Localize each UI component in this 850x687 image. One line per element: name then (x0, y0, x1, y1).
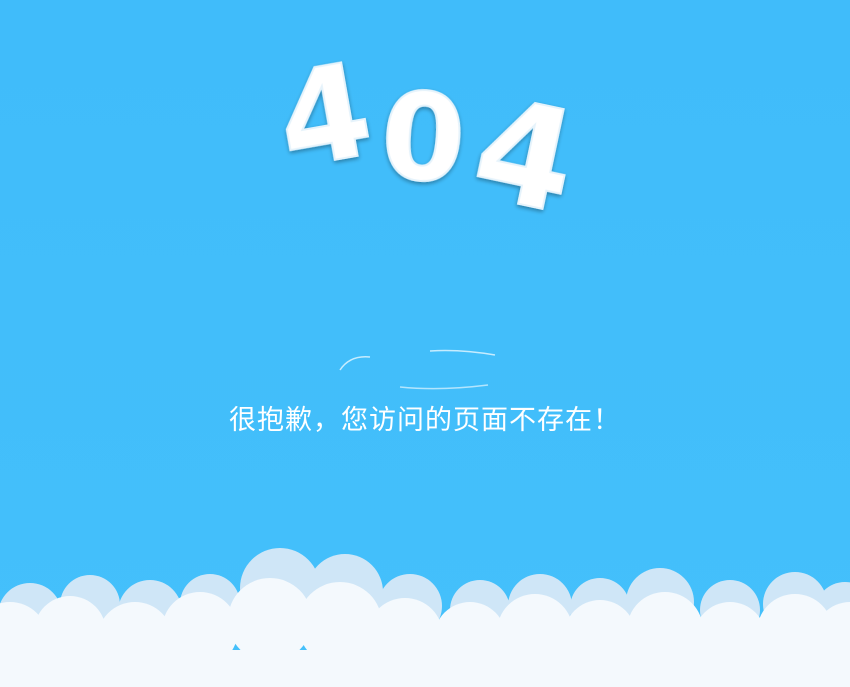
clouds-decoration (0, 540, 850, 687)
error-code-digit-2: 0 (377, 67, 470, 211)
error-code-404: 4 0 4 (250, 20, 610, 250)
error-message: 很抱歉，您访问的页面不存在！ (229, 405, 621, 436)
error-code-digit-1: 4 (267, 33, 382, 198)
error-code-digit-3: 4 (461, 67, 590, 247)
cloud-wisp-decoration (330, 345, 510, 395)
